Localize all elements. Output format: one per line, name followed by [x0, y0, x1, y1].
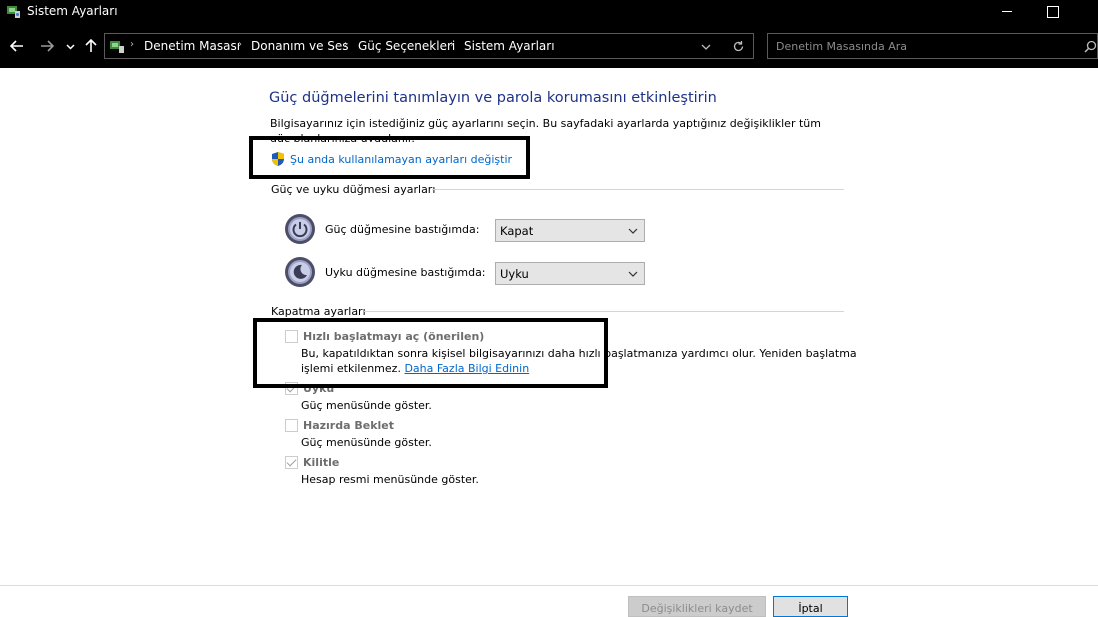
refresh-icon[interactable] [732, 40, 745, 53]
power-button-icon [285, 214, 315, 244]
power-button-action-value: Kapat [500, 224, 534, 238]
arrow-left-icon [10, 40, 23, 52]
arrow-right-icon [41, 40, 54, 52]
recent-locations-button[interactable] [63, 35, 77, 57]
sleep-button-action-value: Uyku [500, 267, 529, 281]
search-icon[interactable] [1084, 40, 1097, 53]
sleep-button-icon [285, 257, 315, 287]
highlight-box [253, 318, 608, 388]
lock-checkbox[interactable] [285, 456, 298, 469]
page-title: Güç düğmelerini tanımlayın ve parola kor… [269, 90, 717, 106]
shutdown-section-title: Kapatma ayarları [271, 305, 366, 318]
footer-divider [0, 585, 1098, 586]
navigation-bar: › Denetim Masası › Donanım ve Ses › Güç … [0, 23, 1098, 68]
breadcrumb-hardware-sound[interactable]: Donanım ve Ses [251, 39, 349, 53]
hibernate-option[interactable]: Hazırda Beklet [285, 419, 394, 432]
power-section-title: Güç ve uyku düğmesi ayarları [271, 183, 436, 196]
maximize-button[interactable] [1030, 0, 1076, 23]
search-box[interactable] [767, 33, 1098, 59]
breadcrumb-separator: › [344, 39, 348, 50]
search-input[interactable] [776, 38, 1076, 54]
control-panel-icon [110, 41, 124, 53]
hibernate-description: Güç menüsünde göster. [301, 436, 432, 449]
title-bar: Sistem Ayarları [0, 0, 1098, 23]
arrow-up-icon [85, 39, 97, 52]
lock-description: Hesap resmi menüsünde göster. [301, 473, 479, 486]
hibernate-checkbox[interactable] [285, 419, 298, 432]
lock-label: Kilitle [303, 456, 340, 469]
chevron-down-icon [628, 271, 638, 277]
control-panel-icon [7, 6, 20, 18]
up-button[interactable] [81, 35, 101, 57]
minimize-button[interactable] [984, 0, 1030, 23]
sleep-description: Güç menüsünde göster. [301, 399, 432, 412]
breadcrumb-separator: › [130, 39, 134, 50]
window-title: Sistem Ayarları [27, 4, 118, 18]
breadcrumb-system-settings[interactable]: Sistem Ayarları [464, 39, 555, 53]
hibernate-label: Hazırda Beklet [303, 419, 395, 432]
section-divider [432, 189, 844, 190]
forward-button[interactable] [36, 35, 58, 57]
sleep-button-label: Uyku düğmesine bastığımda: [325, 266, 486, 279]
section-divider [364, 311, 844, 312]
chevron-down-icon [628, 228, 638, 234]
chevron-down-icon[interactable] [701, 42, 711, 52]
save-changes-button[interactable]: Değişiklikleri kaydet [628, 596, 766, 617]
cancel-button[interactable]: İptal [773, 596, 848, 617]
chevron-down-icon [65, 43, 75, 50]
back-button[interactable] [6, 35, 28, 57]
breadcrumb-separator: › [450, 39, 454, 50]
sleep-button-action-select[interactable]: Uyku [495, 262, 645, 285]
power-button-action-select[interactable]: Kapat [495, 219, 645, 242]
breadcrumb-control-panel[interactable]: Denetim Masası [144, 39, 240, 53]
breadcrumb-separator: › [238, 39, 242, 50]
lock-option[interactable]: Kilitle [285, 456, 339, 469]
power-button-label: Güç düğmesine bastığımda: [325, 223, 480, 236]
address-bar[interactable]: › Denetim Masası › Donanım ve Ses › Güç … [104, 33, 754, 59]
highlight-box [249, 136, 530, 179]
breadcrumb-power-options[interactable]: Güç Seçenekleri [358, 39, 455, 53]
